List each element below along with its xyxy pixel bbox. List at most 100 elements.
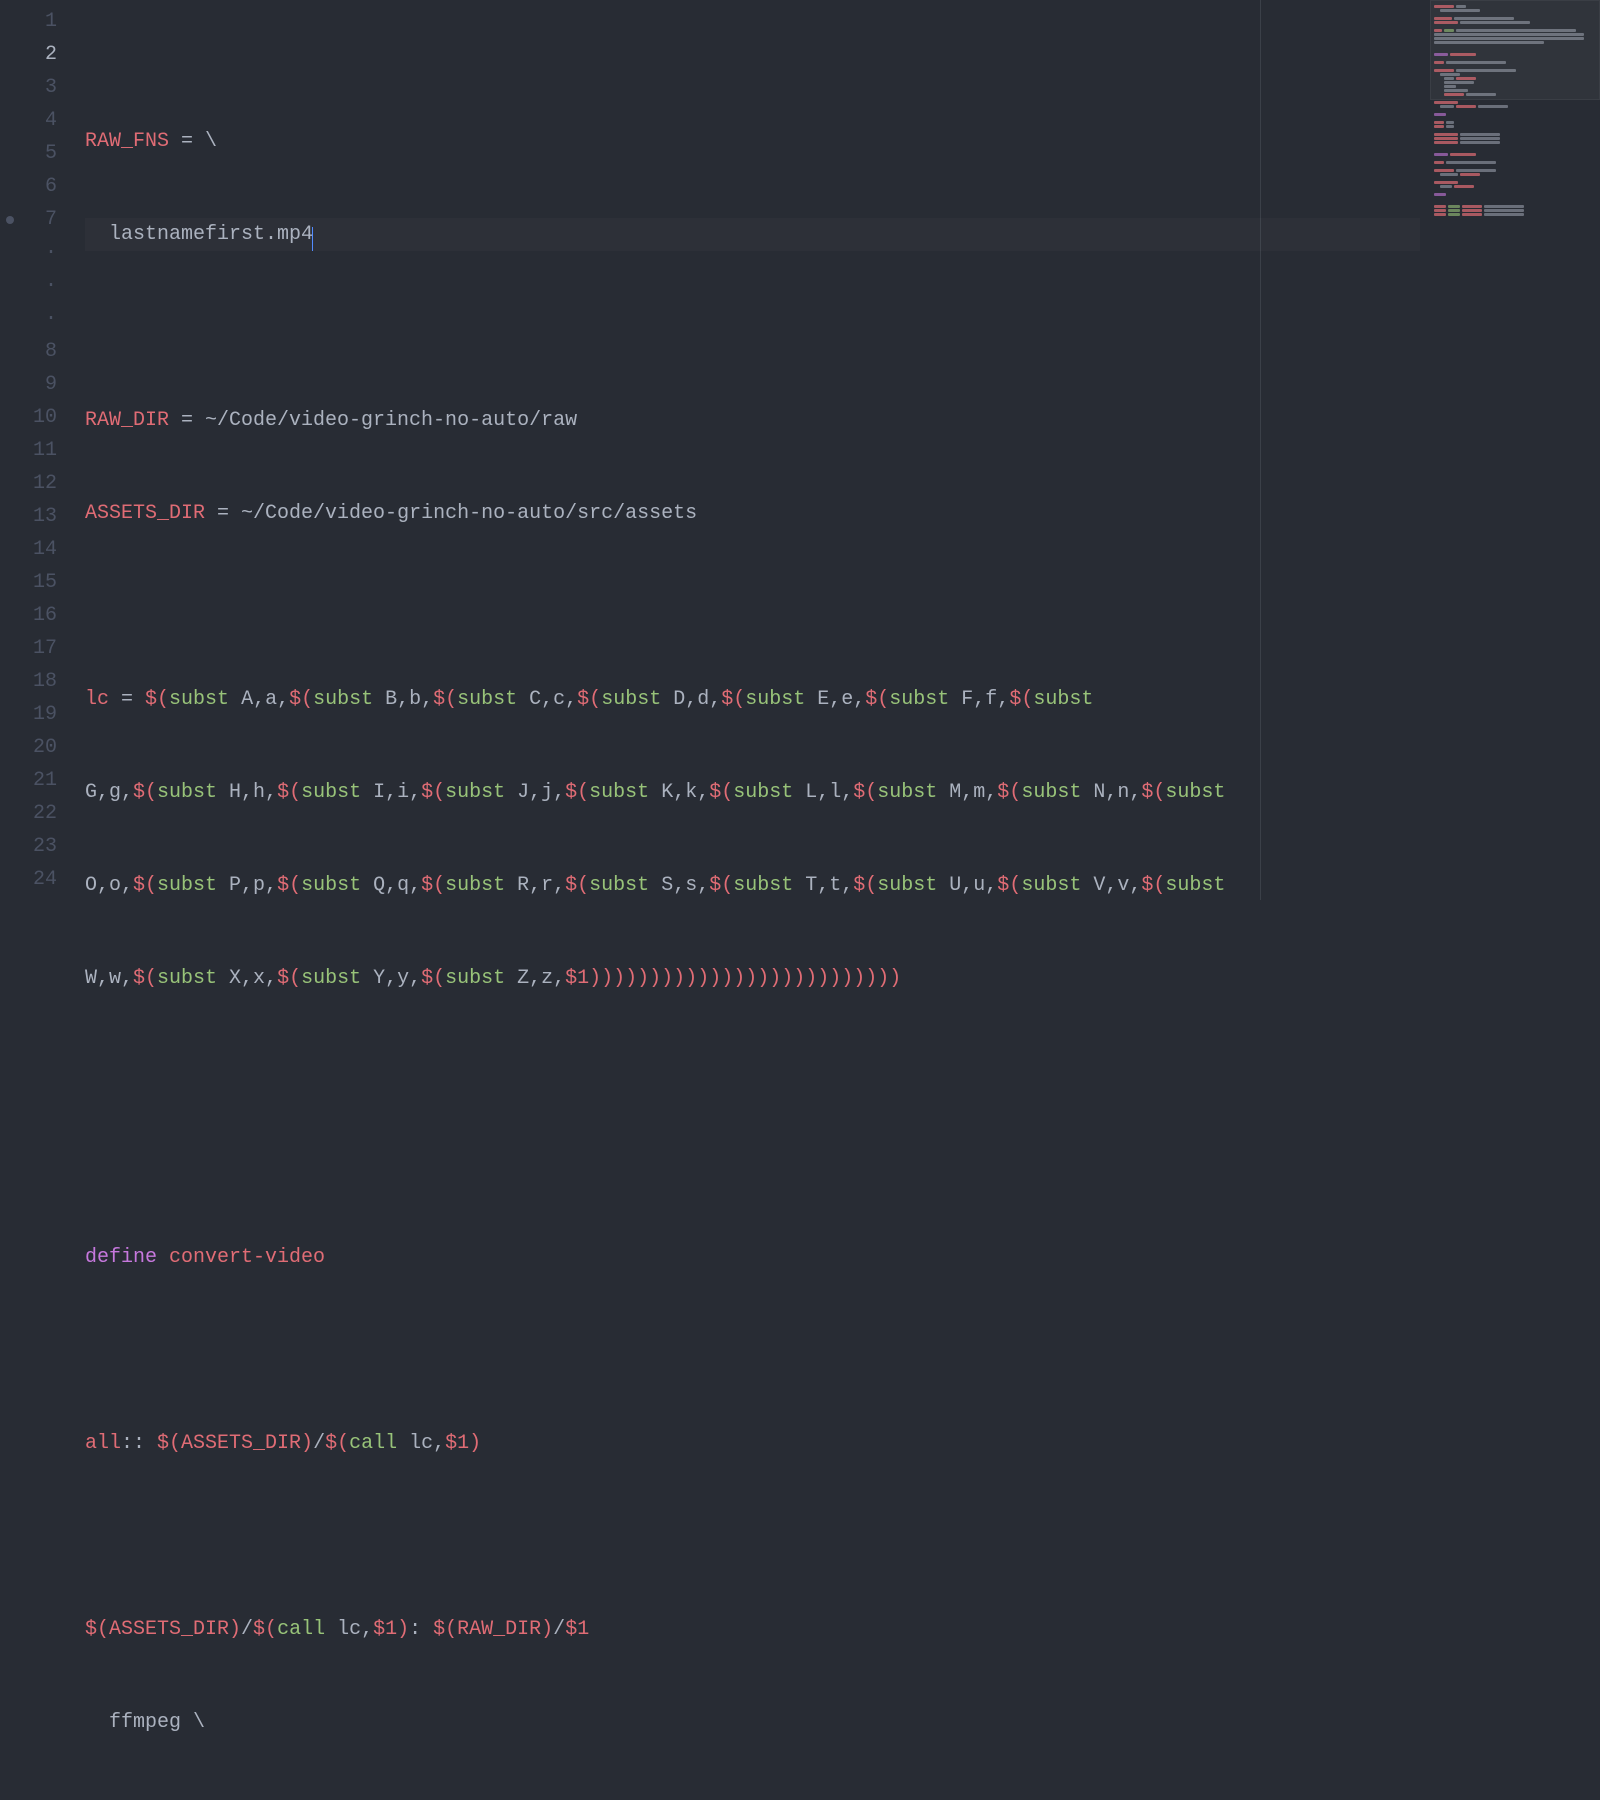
code-line[interactable]: O,o,$(subst P,p,$(subst Q,q,$(subst R,r,… [85, 869, 1420, 902]
var: $1 [565, 967, 589, 990]
code-line[interactable] [85, 1055, 1420, 1088]
fn: subst [1033, 688, 1093, 711]
text: / [553, 1618, 565, 1641]
fn: subst [733, 781, 793, 804]
code-line[interactable]: all:: $(ASSETS_DIR)/$(call lc,$1) [85, 1427, 1420, 1460]
fn: subst [877, 781, 937, 804]
text-cursor [312, 227, 313, 251]
fn: subst [1165, 874, 1225, 897]
line-number[interactable]: 5 [0, 137, 75, 170]
code-line[interactable] [85, 311, 1420, 344]
text: = [109, 688, 145, 711]
line-number[interactable]: 4 [0, 104, 75, 137]
fn: call [277, 1618, 325, 1641]
line-number[interactable]: 15 [0, 566, 75, 599]
fn-open: $( [277, 967, 301, 990]
code-line[interactable]: RAW_FNS = \ [85, 125, 1420, 158]
text: : [409, 1618, 433, 1641]
fn-open: $( [853, 874, 877, 897]
fn: call [349, 1432, 397, 1455]
code-line[interactable]: define convert-video [85, 1241, 1420, 1274]
args: L,l, [793, 781, 853, 804]
line-number[interactable]: 9 [0, 368, 75, 401]
line-number[interactable]: 8 [0, 335, 75, 368]
var-ref: $(RAW_DIR) [433, 1618, 553, 1641]
line-number[interactable]: 18 [0, 665, 75, 698]
code-line[interactable]: W,w,$(subst X,x,$(subst Y,y,$(subst Z,z,… [85, 962, 1420, 995]
args: Z,z, [505, 967, 565, 990]
wrap-indicator: · [0, 269, 75, 302]
fn: subst [457, 688, 517, 711]
line-number[interactable]: 6 [0, 170, 75, 203]
line-number[interactable]: 1 [0, 5, 75, 38]
text: = \ [169, 130, 217, 153]
line-number[interactable]: 17 [0, 632, 75, 665]
fn-open: $( [145, 688, 169, 711]
code-line[interactable] [85, 1520, 1420, 1553]
args: M,m, [937, 781, 997, 804]
args: N,n, [1081, 781, 1141, 804]
fn: subst [1021, 874, 1081, 897]
code-line[interactable]: ffmpeg \ [85, 1706, 1420, 1739]
code-area[interactable]: RAW_FNS = \ lastnamefirst.mp4 RAW_DIR = … [75, 0, 1430, 900]
fn-open: $( [1141, 781, 1165, 804]
args: C,c, [517, 688, 577, 711]
args: Y,y, [361, 967, 421, 990]
line-number[interactable]: 23 [0, 830, 75, 863]
fn-open: $( [1141, 874, 1165, 897]
line-number[interactable]: 21 [0, 764, 75, 797]
code-line[interactable]: lc = $(subst A,a,$(subst B,b,$(subst C,c… [85, 683, 1420, 716]
minimap[interactable] [1430, 0, 1600, 900]
line-number[interactable]: 2 [0, 38, 75, 71]
code-line[interactable] [85, 1334, 1420, 1367]
line-number[interactable]: 10 [0, 401, 75, 434]
fn-open: $( [997, 874, 1021, 897]
line-number-gutter[interactable]: 1 2 3 4 5 6 7 · · · 8 9 10 11 12 13 14 1… [0, 0, 75, 900]
line-number[interactable]: 12 [0, 467, 75, 500]
line-number[interactable]: 11 [0, 434, 75, 467]
fn: subst [169, 688, 229, 711]
fn-open: $( [433, 688, 457, 711]
line-number[interactable]: 20 [0, 731, 75, 764]
text: / [241, 1618, 253, 1641]
code-line[interactable]: G,g,$(subst H,h,$(subst I,i,$(subst J,j,… [85, 776, 1420, 809]
line-number[interactable]: 22 [0, 797, 75, 830]
fn-open: $( [1009, 688, 1033, 711]
args: lc, [397, 1432, 445, 1455]
args: D,d, [661, 688, 721, 711]
var: $1 [445, 1432, 469, 1455]
fn: subst [733, 874, 793, 897]
fn-open: $( [721, 688, 745, 711]
args: I,i, [361, 781, 421, 804]
fn: subst [889, 688, 949, 711]
fn: subst [745, 688, 805, 711]
args: U,u, [937, 874, 997, 897]
code-line[interactable] [85, 1148, 1420, 1181]
fn-open: $( [277, 874, 301, 897]
code-line[interactable]: $(ASSETS_DIR)/$(call lc,$1): $(RAW_DIR)/… [85, 1613, 1420, 1646]
wrap-indicator: · [0, 236, 75, 269]
var-ref: $(ASSETS_DIR) [85, 1618, 241, 1641]
line-number[interactable]: 14 [0, 533, 75, 566]
code-line[interactable]: RAW_DIR = ~/Code/video-grinch-no-auto/ra… [85, 404, 1420, 437]
fn: subst [445, 874, 505, 897]
args: T,t, [793, 874, 853, 897]
line-number[interactable]: 3 [0, 71, 75, 104]
line-number[interactable]: 16 [0, 599, 75, 632]
code-line[interactable]: lastnamefirst.mp4 [85, 218, 1420, 251]
line-number[interactable]: 13 [0, 500, 75, 533]
fn: subst [589, 781, 649, 804]
fn: subst [877, 874, 937, 897]
line-number[interactable]: 24 [0, 863, 75, 896]
fn-open: $( [577, 688, 601, 711]
text: ffmpeg \ [85, 1711, 205, 1734]
code-line[interactable] [85, 590, 1420, 623]
line-number[interactable]: 19 [0, 698, 75, 731]
args: F,f, [949, 688, 1009, 711]
text: = ~/Code/video-grinch-no-auto/raw [169, 409, 577, 432]
code-line[interactable]: ASSETS_DIR = ~/Code/video-grinch-no-auto… [85, 497, 1420, 530]
variable: RAW_FNS [85, 130, 169, 153]
line-number[interactable]: 7 [0, 203, 75, 236]
code-line[interactable]: -i $(RAW_DIR)/$1 \ [85, 1799, 1420, 1800]
parens: )))))))))))))))))))))))))) [589, 967, 901, 990]
